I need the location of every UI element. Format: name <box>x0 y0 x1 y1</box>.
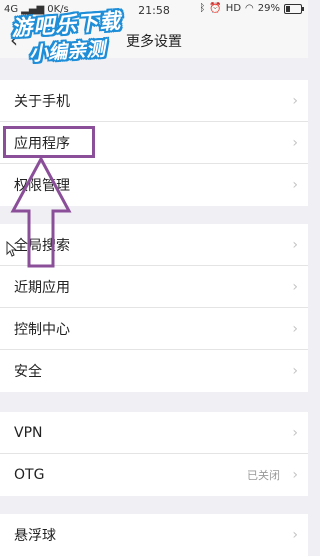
chevron-right-icon: › <box>292 278 298 295</box>
watermark-logo: 游吧乐下载 小编亲测 <box>10 4 144 68</box>
row-label: VPN <box>14 424 43 441</box>
battery-fill <box>286 5 290 12</box>
highlight-box <box>3 126 95 158</box>
chevron-right-icon: › <box>292 134 298 151</box>
battery-icon <box>284 3 304 14</box>
chevron-right-icon: › <box>292 363 298 379</box>
settings-group-3: VPN › OTG 已关闭 › <box>0 412 308 496</box>
chevron-right-icon: › <box>292 424 298 441</box>
row-label: 近期应用 <box>14 279 70 296</box>
row-label: OTG <box>14 467 45 483</box>
up-arrow-annotation <box>10 156 72 268</box>
row-label: 控制中心 <box>14 321 70 338</box>
chevron-right-icon: › <box>292 527 298 543</box>
row-control-center[interactable]: 控制中心 › <box>0 308 308 350</box>
row-recent-apps[interactable]: 近期应用 › <box>0 266 308 308</box>
row-label: 悬浮球 <box>14 528 56 544</box>
row-otg[interactable]: OTG 已关闭 › <box>0 454 308 496</box>
battery-percent: 29% <box>257 3 280 14</box>
hd-badge: HD <box>225 3 242 14</box>
status-right: ᛒ ⏰ HD ◠ 29% <box>199 3 304 14</box>
row-security[interactable]: 安全 › <box>0 350 308 392</box>
alarm-icon: ⏰ <box>209 3 222 14</box>
wifi-icon: ◠ <box>245 3 254 14</box>
row-vpn[interactable]: VPN › <box>0 412 308 454</box>
pointer-cursor-icon <box>6 241 18 257</box>
arrow-shape <box>10 156 72 268</box>
chevron-right-icon: › <box>292 320 298 337</box>
chevron-right-icon: › <box>292 467 298 483</box>
row-about-phone[interactable]: 关于手机 › <box>0 80 308 122</box>
row-value: 已关闭 <box>247 469 280 482</box>
row-label: 安全 <box>14 364 42 380</box>
chevron-right-icon: › <box>292 177 298 193</box>
chevron-right-icon: › <box>292 92 298 109</box>
chevron-right-icon: › <box>292 236 298 253</box>
bluetooth-icon: ᛒ <box>199 3 206 14</box>
row-label: 关于手机 <box>14 93 70 110</box>
